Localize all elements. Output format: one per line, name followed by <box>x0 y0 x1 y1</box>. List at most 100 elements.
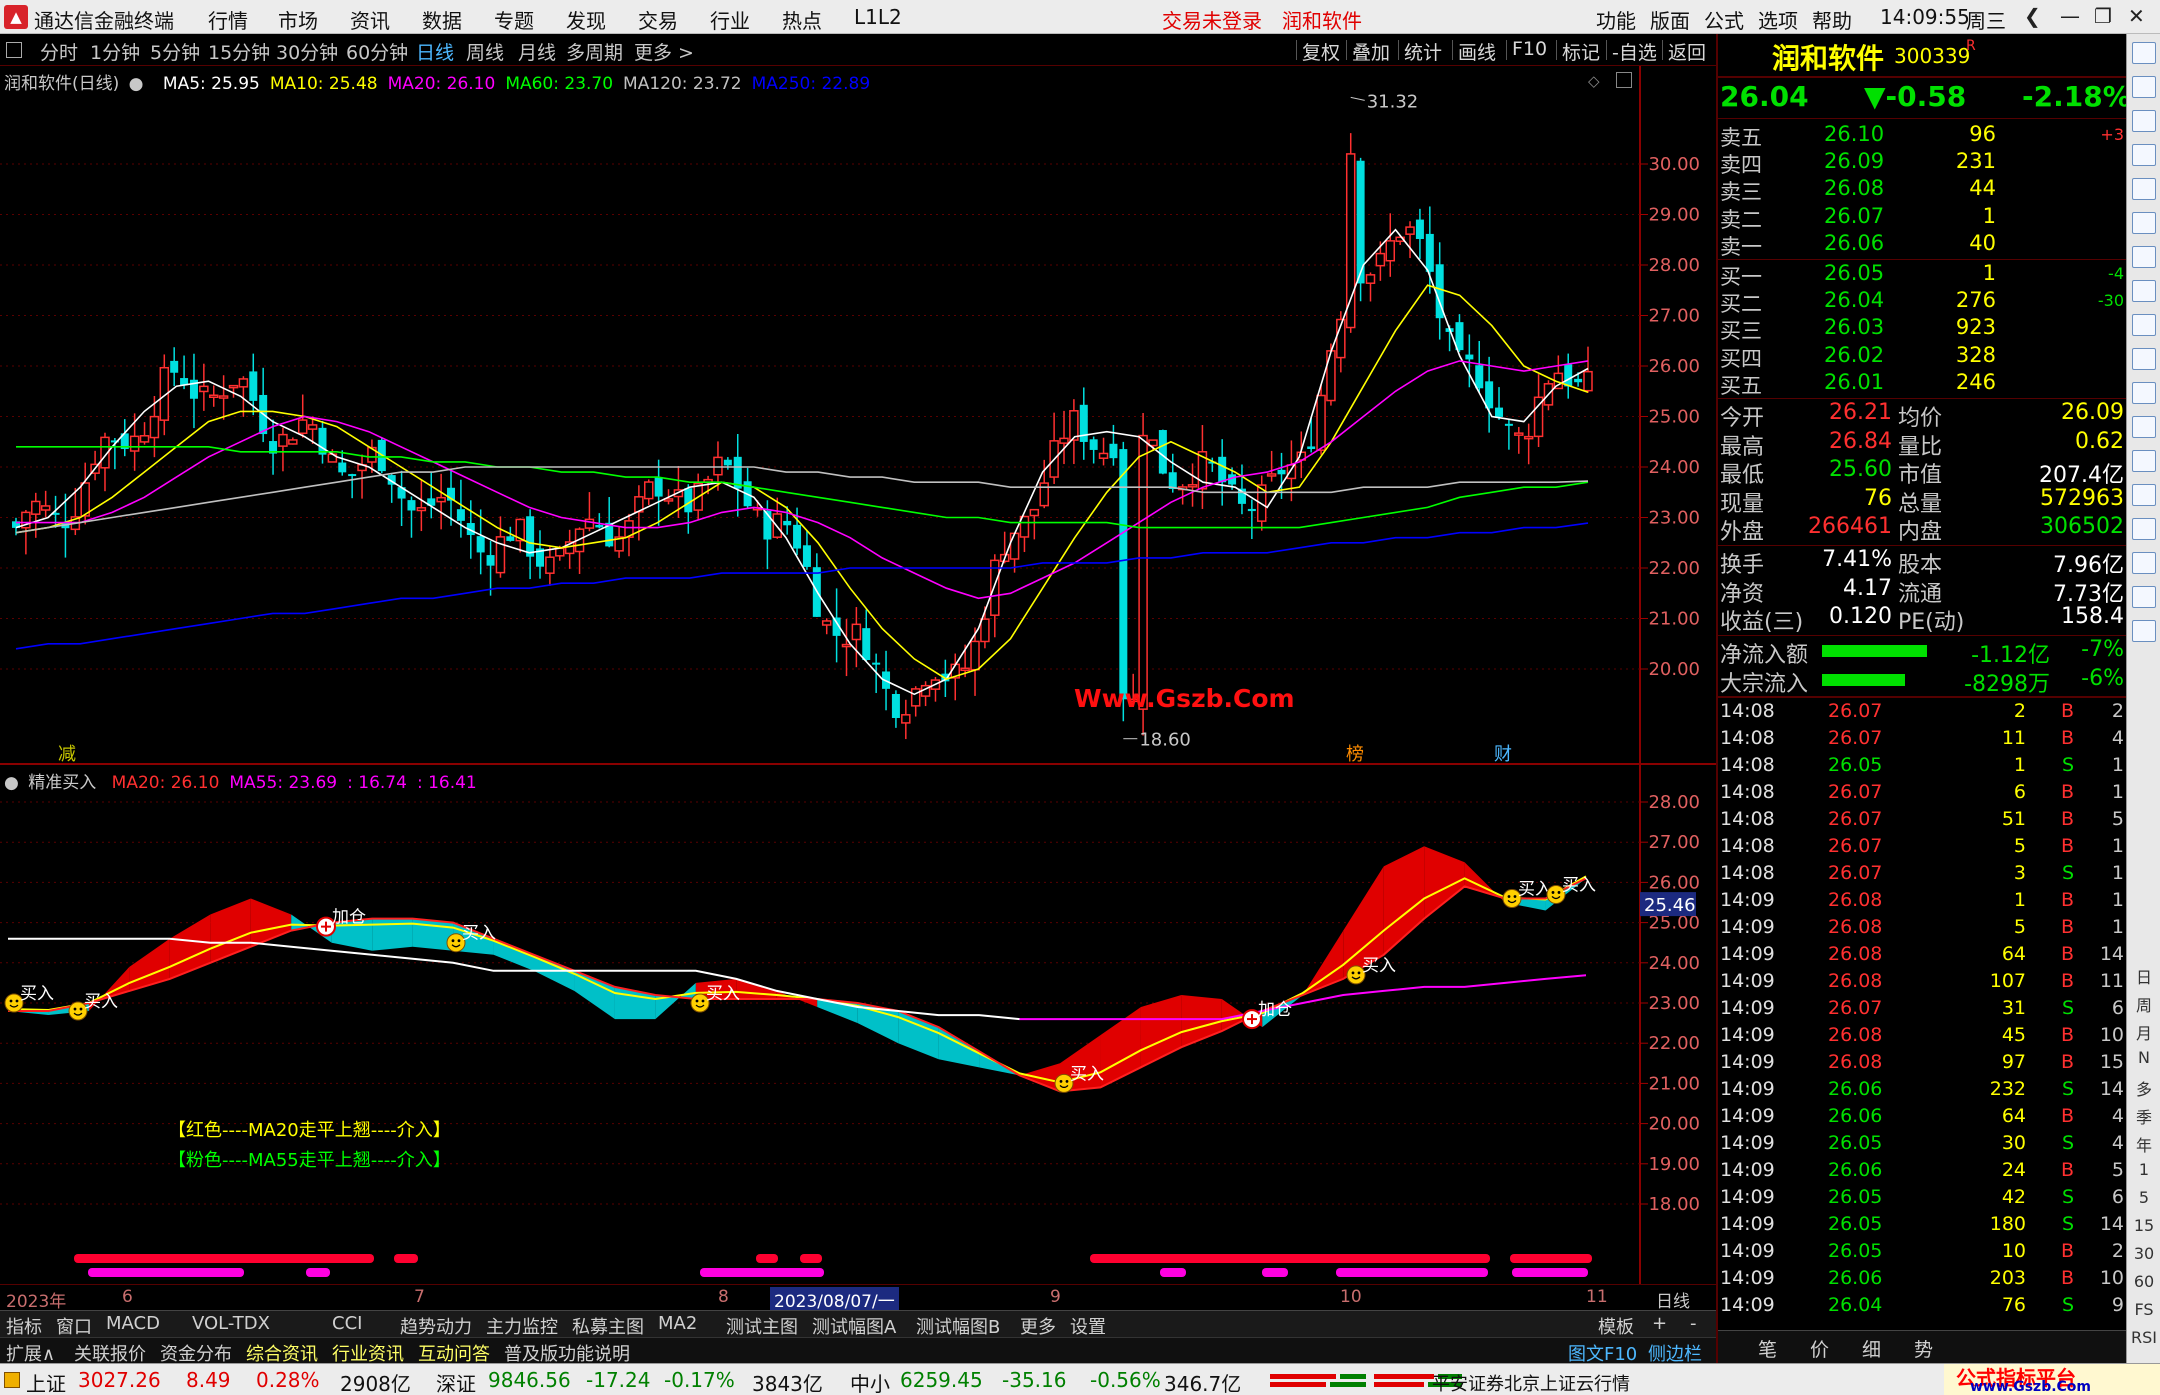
side-tool-icon[interactable] <box>2132 552 2156 574</box>
side-label-5[interactable]: 季 <box>2127 1104 2160 1128</box>
indicator-tab-6[interactable]: 主力监控 <box>486 1313 558 1339</box>
menu-item-7[interactable]: 行业 <box>710 5 750 34</box>
bid-row[interactable]: 买一 26.05 1 -4 <box>1718 261 2128 289</box>
remove-tab[interactable]: - <box>1690 1313 1697 1334</box>
panel-tab-3[interactable]: 势 <box>1914 1335 1933 1362</box>
menu-item-0[interactable]: 行情 <box>208 5 248 34</box>
menu-right-4[interactable]: 帮助 <box>1812 5 1852 34</box>
side-tool-icon[interactable] <box>2132 178 2156 200</box>
menu-item-9[interactable]: L1L2 <box>854 5 902 29</box>
tool-7[interactable]: 返回 <box>1668 38 1706 65</box>
menu-item-3[interactable]: 数据 <box>422 5 462 34</box>
side-label-2[interactable]: 月 <box>2127 1020 2160 1044</box>
side-tool-icon[interactable] <box>2132 586 2156 608</box>
indicator-tab-3[interactable]: VOL-TDX <box>192 1313 270 1334</box>
side-label-12[interactable]: FS <box>2127 1300 2160 1319</box>
tool-1[interactable]: 叠加 <box>1352 38 1390 65</box>
side-label-1[interactable]: 周 <box>2127 992 2160 1016</box>
tool-0[interactable]: 复权 <box>1302 38 1340 65</box>
menu-item-6[interactable]: 交易 <box>638 5 678 34</box>
side-label-3[interactable]: N <box>2127 1048 2160 1067</box>
side-tool-icon[interactable] <box>2132 314 2156 336</box>
side-label-11[interactable]: 60 <box>2127 1272 2160 1291</box>
side-label-10[interactable]: 30 <box>2127 1244 2160 1263</box>
indicator-tab-1[interactable]: 窗口 <box>56 1313 92 1339</box>
restore-icon[interactable]: ❐ <box>2094 4 2112 28</box>
menu-right-0[interactable]: 功能 <box>1596 5 1636 34</box>
indicator-chart[interactable]: 18.00 19.00 20.00 21.00 22.00 23.00 24.00 25.00… <box>0 766 1716 1284</box>
tool-2[interactable]: 统计 <box>1404 38 1442 65</box>
market-icon[interactable] <box>4 1372 20 1388</box>
minimize-icon[interactable]: — <box>2060 4 2080 28</box>
panel-toggle-icon[interactable] <box>6 42 22 58</box>
indicator-settings-icon[interactable]: ● <box>4 773 19 793</box>
side-tool-icon[interactable] <box>2132 42 2156 64</box>
side-label-4[interactable]: 多 <box>2127 1076 2160 1100</box>
main-kline-chart[interactable]: 20.00 21.00 22.00 23.00 24.00 25.00 26.00 27.00… <box>0 66 1716 766</box>
indicator-tab-12[interactable]: 更多 <box>1020 1313 1056 1339</box>
side-label-8[interactable]: 5 <box>2127 1188 2160 1207</box>
indicator-tab-7[interactable]: 私募主图 <box>572 1313 644 1339</box>
tool-5[interactable]: 标记 <box>1562 38 1600 65</box>
period-3[interactable]: 15分钟 <box>208 38 270 65</box>
kline-svg[interactable]: 20.00 21.00 22.00 23.00 24.00 25.00 26.00 27.00… <box>0 66 1716 766</box>
bid-row[interactable]: 买三 26.03 923 <box>1718 315 2128 343</box>
indicator-tab-2[interactable]: MACD <box>106 1313 160 1334</box>
back-icon[interactable]: ❮ <box>2024 4 2041 28</box>
period-7[interactable]: 周线 <box>466 38 504 65</box>
period-6[interactable]: 日线 <box>416 38 454 65</box>
indicator-tab-5[interactable]: 趋势动力 <box>400 1313 472 1339</box>
menu-right-1[interactable]: 版面 <box>1650 5 1690 34</box>
close-icon[interactable]: ✕ <box>2128 4 2145 28</box>
indicator-tab-9[interactable]: 测试主图 <box>726 1313 798 1339</box>
bid-row[interactable]: 买二 26.04 276 -30 <box>1718 288 2128 316</box>
menu-item-8[interactable]: 热点 <box>782 5 822 34</box>
side-label-9[interactable]: 15 <box>2127 1216 2160 1235</box>
ask-row[interactable]: 卖二 26.07 1 <box>1718 204 2128 232</box>
period-0[interactable]: 分时 <box>40 38 78 65</box>
add-tab[interactable]: + <box>1652 1313 1667 1334</box>
side-tool-icon[interactable] <box>2132 76 2156 98</box>
tool-4[interactable]: F10 <box>1512 38 1547 60</box>
period-9[interactable]: 多周期 <box>566 38 623 65</box>
indicator-svg[interactable]: 18.0019.0020.0021.0022.0023.0024.0025.00… <box>0 766 1716 1284</box>
panel-tab-2[interactable]: 细 <box>1862 1335 1881 1362</box>
period-5[interactable]: 60分钟 <box>346 38 408 65</box>
settings-icon[interactable]: ● <box>129 74 144 94</box>
side-tool-icon[interactable] <box>2132 246 2156 268</box>
menu-right-2[interactable]: 公式 <box>1704 5 1744 34</box>
ask-row[interactable]: 卖四 26.09 231 <box>1718 149 2128 177</box>
indicator-tab-0[interactable]: 指标 <box>6 1313 42 1339</box>
period-10[interactable]: 更多 > <box>634 38 694 65</box>
menu-item-2[interactable]: 资讯 <box>350 5 390 34</box>
side-tool-icon[interactable] <box>2132 382 2156 404</box>
menu-item-4[interactable]: 专题 <box>494 5 534 34</box>
menu-item-5[interactable]: 发现 <box>566 5 606 34</box>
period-1[interactable]: 1分钟 <box>90 38 140 65</box>
side-label-13[interactable]: RSI <box>2127 1328 2160 1347</box>
menu-item-1[interactable]: 市场 <box>278 5 318 34</box>
ask-row[interactable]: 卖一 26.06 40 <box>1718 231 2128 259</box>
tool-3[interactable]: 画线 <box>1458 38 1496 65</box>
period-2[interactable]: 5分钟 <box>150 38 200 65</box>
diamond-icon[interactable]: ◇ <box>1588 72 1600 90</box>
ask-row[interactable]: 卖五 26.10 96 +3 <box>1718 122 2128 150</box>
side-label-6[interactable]: 年 <box>2127 1132 2160 1156</box>
side-tool-icon[interactable] <box>2132 484 2156 506</box>
indicator-tab-8[interactable]: MA2 <box>658 1313 697 1334</box>
side-tool-icon[interactable] <box>2132 280 2156 302</box>
indicator-tab-11[interactable]: 测试幅图B <box>916 1313 1000 1339</box>
menu-right-3[interactable]: 选项 <box>1758 5 1798 34</box>
tool-6[interactable]: -自选 <box>1612 38 1657 65</box>
ask-row[interactable]: 卖三 26.08 44 <box>1718 176 2128 204</box>
side-tool-icon[interactable] <box>2132 518 2156 540</box>
bid-row[interactable]: 买四 26.02 328 <box>1718 343 2128 371</box>
side-tool-icon[interactable] <box>2132 348 2156 370</box>
indicator-tab-10[interactable]: 测试幅图A <box>812 1313 896 1339</box>
bid-row[interactable]: 买五 26.01 246 <box>1718 370 2128 398</box>
period-8[interactable]: 月线 <box>518 38 556 65</box>
template-tab[interactable]: 模板 <box>1598 1313 1634 1339</box>
period-4[interactable]: 30分钟 <box>276 38 338 65</box>
side-label-7[interactable]: 1 <box>2127 1160 2160 1179</box>
side-tool-icon[interactable] <box>2132 212 2156 234</box>
